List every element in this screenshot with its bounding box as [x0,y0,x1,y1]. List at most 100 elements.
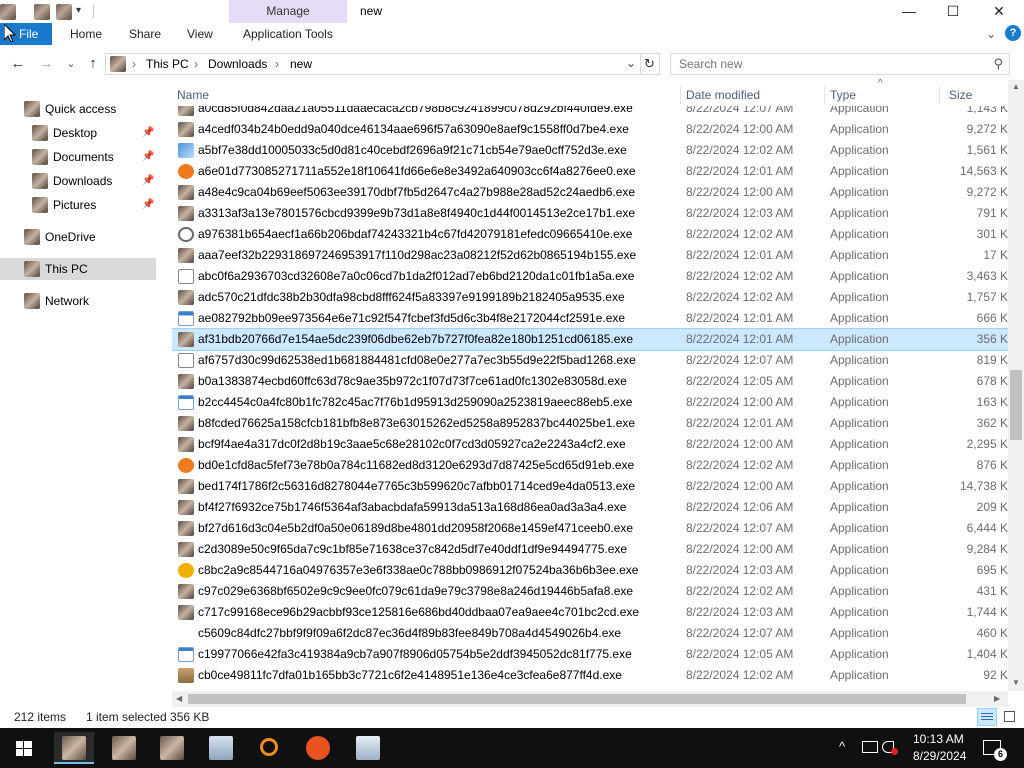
breadcrumb-new[interactable]: new [290,57,312,71]
file-name[interactable]: adc570c21dfdc38b2b30dfa98cbd8fff624f5a83… [198,287,625,308]
file-name[interactable]: bf27d616d3c04e5b2df0a50e06189d8be4801dd2… [198,518,633,539]
column-header-date[interactable]: Date modified [681,84,824,106]
customize-qat-icon[interactable]: ▾ [76,5,81,16]
file-row[interactable]: abc0f6a2936703cd32608e7a0c06cd7b1da2f012… [172,266,1008,287]
vertical-scrollbar[interactable]: ▲ ▼ [1008,80,1024,691]
scroll-up-icon[interactable]: ▲ [1012,82,1020,91]
file-name[interactable]: a6e01d773085271711a552e18f10641fd66e6e8e… [198,161,636,182]
start-button[interactable] [0,728,48,768]
file-name[interactable]: c2d3089e50c9f65da7c9c1bf85e71638ce37c842… [198,539,627,560]
refresh-button[interactable]: ↻ [640,53,660,75]
tab-home[interactable]: Home [70,23,102,45]
nav-desktop[interactable]: Desktop 📌 [0,122,172,144]
file-row[interactable]: b2cc4454c0a4fc80b1fc782c45ac7f76b1d95913… [172,392,1008,413]
pin-icon[interactable]: 📌 [142,194,154,216]
file-name[interactable]: b2cc4454c0a4fc80b1fc782c45ac7f76b1d95913… [198,392,632,413]
file-row[interactable]: c2d3089e50c9f65da7c9c1bf85e71638ce37c842… [172,539,1008,560]
file-row[interactable]: c19977066e42fa3c419384a9cb7a907f8906d057… [172,644,1008,665]
file-row[interactable]: bf27d616d3c04e5b2df0a50e06189d8be4801dd2… [172,518,1008,539]
file-row[interactable]: a976381b654aecf1a66b206bdaf74243321b4c67… [172,224,1008,245]
breadcrumb-sep[interactable]: › [132,57,136,71]
file-name[interactable]: b0a1383874ecbd60ffc63d78c9ae35b972c1f07d… [198,371,627,392]
taskbar-app-7[interactable] [348,732,388,764]
file-name[interactable]: bf4f27f6932ce75b1746f5364af3abacbdafa599… [198,497,626,518]
nav-pictures[interactable]: Pictures 📌 [0,194,172,216]
file-row[interactable]: b8fcded76625a158cfcb181bfb8e873e63015262… [172,413,1008,434]
back-button[interactable]: ← [7,54,29,74]
nav-quick-access[interactable]: Quick access [0,98,172,120]
tab-application-tools[interactable]: Application Tools [243,23,333,45]
file-name[interactable]: abc0f6a2936703cd32608e7a0c06cd7b1da2f012… [198,266,634,287]
file-name[interactable]: a4cedf034b24b0edd9a040dce46134aae696f57a… [198,119,629,140]
nav-this-pc[interactable]: This PC [0,258,156,280]
file-row[interactable]: c97c029e6368bf6502e9c9c9ee0fc079c61da9e7… [172,581,1008,602]
maximize-button[interactable]: ☐ [930,0,976,23]
file-row[interactable]: bed174f1786f2c56316d8278044e7765c3b59962… [172,476,1008,497]
file-name[interactable]: cb0ce49811fc7dfa01b165bb3c7721c6f2e41489… [198,665,622,686]
file-row[interactable]: a5bf7e38dd10005033c5d0d81c40cebdf2696a9f… [172,140,1008,161]
taskbar-app-3[interactable] [152,732,192,764]
close-button[interactable]: ✕ [976,0,1022,23]
horizontal-scroll-thumb[interactable] [188,694,966,704]
file-row[interactable]: af31bdb20766d7e154ae5dc239f06dbe62eb7b72… [172,328,1008,351]
pin-icon[interactable]: 📌 [142,122,154,144]
file-row[interactable]: cb0ce49811fc7dfa01b165bb3c7721c6f2e41489… [172,665,1008,686]
quick-access-properties-icon[interactable] [34,4,50,20]
breadcrumb-this-pc[interactable]: This PC [146,57,189,71]
breadcrumb-downloads[interactable]: Downloads [208,57,267,71]
search-input[interactable] [671,54,981,74]
large-icons-view-button[interactable] [999,708,1019,726]
file-name[interactable]: af6757d30c99d62538ed1b681884481cfd08e0e2… [198,350,636,371]
breadcrumb-sep[interactable]: › [194,57,198,71]
scroll-right-icon[interactable]: ▶ [994,694,1000,703]
file-name[interactable]: b8fcded76625a158cfcb181bfb8e873e63015262… [198,413,635,434]
file-row[interactable]: c8bc2a9c8544716a04976357e3e6f338ae0c788b… [172,560,1008,581]
nav-network[interactable]: Network [0,290,172,312]
file-name[interactable]: bd0e1cfd8ac5fef73e78b0a784c11682ed8d3120… [198,455,634,476]
file-name[interactable]: a3313af3a13e7801576cbcd9399e9b73d1a8e8f4… [198,203,635,224]
file-name[interactable]: a976381b654aecf1a66b206bdaf74243321b4c67… [198,224,632,245]
expand-ribbon-icon[interactable]: ⌄ [986,23,996,45]
minimize-button[interactable]: — [886,0,932,23]
file-name[interactable]: bed174f1786f2c56316d8278044e7765c3b59962… [198,476,635,497]
file-row[interactable]: a6e01d773085271711a552e18f10641fd66e6e8e… [172,161,1008,182]
help-icon[interactable]: ? [1005,25,1021,41]
tab-share[interactable]: Share [129,23,161,45]
file-row[interactable]: bd0e1cfd8ac5fef73e78b0a784c11682ed8d3120… [172,455,1008,476]
show-hidden-icons-button[interactable]: ^ [839,739,845,754]
file-name[interactable]: c8bc2a9c8544716a04976357e3e6f338ae0c788b… [198,560,638,581]
scroll-down-icon[interactable]: ▼ [1012,678,1020,687]
file-row[interactable]: a48e4c9ca04b69eef5063ee39170dbf7fb5d2647… [172,182,1008,203]
details-view-button[interactable] [977,708,997,726]
file-name[interactable]: c717c99168ece96b29acbbf93ce125816e686bd4… [198,602,639,623]
recent-locations-button[interactable]: ⌄ [60,54,82,74]
file-name[interactable]: c97c029e6368bf6502e9c9c9ee0fc079c61da9e7… [198,581,633,602]
network-status-icon[interactable] [862,741,878,753]
file-name[interactable]: a5bf7e38dd10005033c5d0d81c40cebdf2696a9f… [198,140,627,161]
app-icon[interactable] [0,4,16,20]
file-name[interactable]: a0cd85f0d842daa21a05511daaecaca2cb798b8c… [198,106,633,119]
clock-time[interactable]: 10:13 AM [913,732,964,746]
file-row[interactable]: bf4f27f6932ce75b1746f5364af3abacbdafa599… [172,497,1008,518]
file-name[interactable]: c5609c84dfc27bbf9f9f09a6f2dc87ec36d4f89b… [198,623,621,644]
search-icon[interactable]: ⚲ [993,56,1003,72]
file-row[interactable]: c717c99168ece96b29acbbf93ce125816e686bd4… [172,602,1008,623]
pin-icon[interactable]: 📌 [142,170,154,192]
address-dropdown-icon[interactable]: ⌄ [626,56,636,70]
file-row[interactable]: a4cedf034b24b0edd9a040dce46134aae696f57a… [172,119,1008,140]
address-bar[interactable]: › This PC › Downloads › new ⌄ [105,53,641,75]
forward-button[interactable]: → [35,54,57,74]
quick-access-newfolder-icon[interactable] [56,4,72,20]
nav-documents[interactable]: Documents 📌 [0,146,172,168]
clock-date[interactable]: 8/29/2024 [913,749,966,763]
vertical-scroll-thumb[interactable] [1010,370,1022,440]
column-header-size[interactable]: Size [944,84,1008,106]
file-row[interactable]: adc570c21dfdc38b2b30dfa98cbd8fff624f5a83… [172,287,1008,308]
taskbar-app-4[interactable] [201,732,241,764]
up-button[interactable]: ↑ [82,54,104,74]
file-name[interactable]: ae082792bb09ee973564e6e71c92f547fcbef3fd… [198,308,625,329]
pin-icon[interactable]: 📌 [142,146,154,168]
search-box[interactable]: ⚲ [670,53,1010,75]
file-name[interactable]: af31bdb20766d7e154ae5dc239f06dbe62eb7b72… [198,329,633,350]
file-row[interactable]: aaa7eef32b229318697246953917f110d298ac23… [172,245,1008,266]
